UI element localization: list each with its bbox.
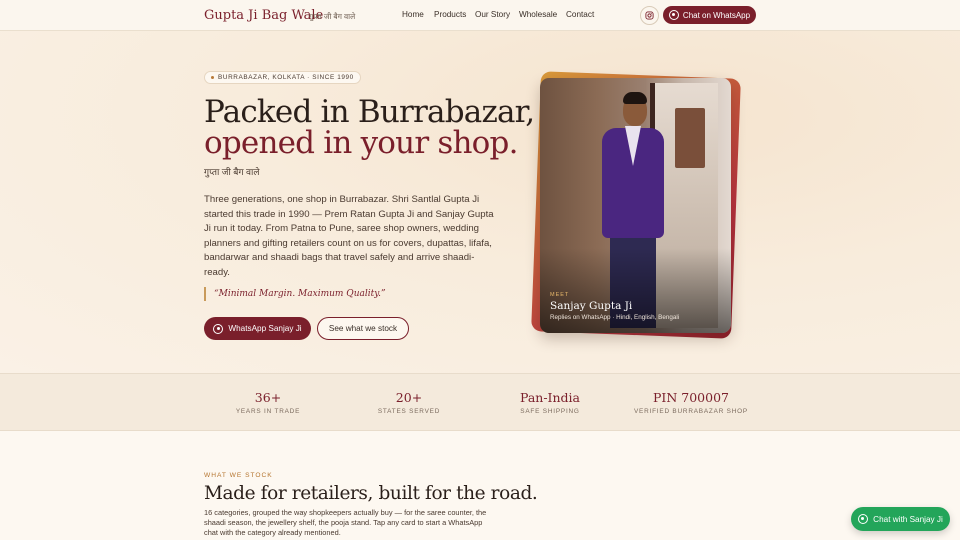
- card-subtitle: Replies on WhatsApp · Hindi, English, Be…: [550, 314, 680, 321]
- card-eyebrow: MEET: [550, 292, 570, 298]
- nav-link-wholesale[interactable]: Wholesale: [519, 10, 557, 19]
- whatsapp-icon: [668, 10, 679, 20]
- photo-person-hair: [623, 92, 647, 104]
- stat-label: VERIFIED BURRABAZAR SHOP: [633, 408, 748, 415]
- see-what-we-stock-button[interactable]: See what we stock: [317, 317, 409, 340]
- owner-photo-card: MEET Sanjay Gupta Ji Replies on WhatsApp…: [540, 78, 731, 333]
- whatsapp-icon: [213, 323, 224, 334]
- floating-chat-label: Chat with Sanjay Ji: [873, 514, 943, 524]
- stat-states: 20+ STATES SERVED: [329, 390, 489, 415]
- chat-on-whatsapp-button[interactable]: Chat on WhatsApp: [663, 6, 756, 24]
- instagram-icon: [645, 11, 654, 20]
- stat-value: 36+: [254, 390, 282, 405]
- top-nav: Gupta Ji Bag Wale गुप्ता जी बैग वाले Hom…: [0, 0, 960, 31]
- stat-value: 20+: [395, 390, 423, 405]
- hero-hindi-tagline: गुप्ता जी बैग वाले: [204, 167, 260, 177]
- stat-shipping: Pan-India SAFE SHIPPING: [470, 390, 630, 415]
- nav-link-home[interactable]: Home: [402, 10, 424, 19]
- stat-label: YEARS IN TRADE: [235, 408, 301, 415]
- whatsapp-sanjay-label: WhatsApp Sanjay Ji: [228, 324, 302, 333]
- floating-chat-button[interactable]: Chat with Sanjay Ji: [851, 507, 950, 531]
- dot-icon: [211, 76, 214, 79]
- photo-shelf: [675, 108, 705, 168]
- stat-years: 36+ YEARS IN TRADE: [188, 390, 348, 415]
- nav-link-our-story[interactable]: Our Story: [475, 10, 510, 19]
- stat-pin: PIN 700007 VERIFIED BURRABAZAR SHOP: [611, 390, 771, 415]
- stat-label: STATES SERVED: [377, 408, 441, 415]
- hero-description: Three generations, one shop in Burrabaza…: [204, 194, 494, 278]
- location-badge: BURRABAZAR, KOLKATA · SINCE 1990: [204, 71, 361, 84]
- whatsapp-icon: [858, 514, 869, 524]
- what-we-stock-section: WHAT WE STOCK Made for retailers, built …: [0, 431, 960, 540]
- nav-links: Home Products Our Story Wholesale Contac…: [0, 10, 960, 22]
- section-eyebrow: WHAT WE STOCK: [204, 472, 273, 479]
- chat-on-whatsapp-label: Chat on WhatsApp: [682, 10, 751, 20]
- section-title: Made for retailers, built for the road.: [204, 483, 538, 504]
- stat-value: Pan-India: [519, 390, 581, 405]
- card-name: Sanjay Gupta Ji: [550, 300, 633, 312]
- hero-quote: “Minimal Margin. Maximum Quality.”: [204, 287, 386, 301]
- nav-link-products[interactable]: Products: [434, 10, 466, 19]
- stats-band: 36+ YEARS IN TRADE 20+ STATES SERVED Pan…: [0, 373, 960, 431]
- stat-value: PIN 700007: [653, 390, 729, 405]
- stat-label: SAFE SHIPPING: [520, 408, 580, 415]
- nav-link-contact[interactable]: Contact: [566, 10, 594, 19]
- section-body: 16 categories, grouped the way shopkeepe…: [204, 508, 487, 537]
- hero-headline-line2: opened in your shop.: [204, 125, 518, 161]
- location-badge-text: BURRABAZAR, KOLKATA · SINCE 1990: [218, 74, 354, 81]
- instagram-button[interactable]: [640, 6, 659, 25]
- whatsapp-sanjay-button[interactable]: WhatsApp Sanjay Ji: [204, 317, 311, 340]
